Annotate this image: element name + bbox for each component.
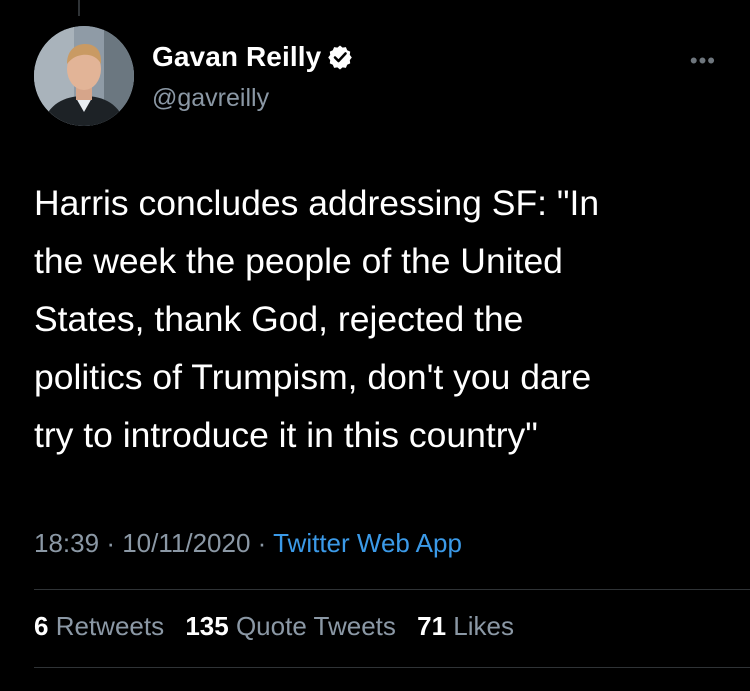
display-name[interactable]: Gavan Reilly	[152, 41, 321, 73]
tweet-time[interactable]: 18:39	[34, 528, 99, 558]
verified-badge-icon	[327, 44, 353, 70]
quote-tweets-stat[interactable]: 135 Quote Tweets	[185, 611, 396, 641]
retweets-label: Retweets	[55, 611, 165, 641]
likes-label: Likes	[453, 611, 514, 641]
tweet-source-link[interactable]: Twitter Web App	[273, 528, 462, 558]
user-handle[interactable]: @gavreilly	[152, 84, 269, 113]
thread-connector-line	[78, 0, 80, 16]
tweet-text: Harris concludes addressing SF: "In the …	[34, 183, 600, 455]
tweet-header: Gavan Reilly @gavreilly •••	[34, 26, 750, 130]
divider	[34, 589, 750, 590]
divider	[34, 667, 750, 668]
name-row: Gavan Reilly	[152, 41, 353, 73]
tweet-stats: 6 Retweets 135 Quote Tweets 71 Likes	[34, 611, 528, 642]
retweets-count: 6	[34, 611, 49, 641]
quote-tweets-count: 135	[185, 611, 229, 641]
avatar[interactable]	[34, 26, 134, 126]
meta-separator: ·	[106, 528, 115, 558]
likes-count: 71	[417, 611, 447, 641]
avatar-photo-icon	[34, 26, 134, 126]
quote-tweets-label: Quote Tweets	[235, 611, 396, 641]
more-options-icon[interactable]: •••	[690, 50, 716, 72]
retweets-stat[interactable]: 6 Retweets	[34, 611, 164, 641]
likes-stat[interactable]: 71 Likes	[417, 611, 514, 641]
tweet-metadata: 18:39 · 10/11/2020 · Twitter Web App	[34, 528, 462, 559]
meta-separator: ·	[257, 528, 267, 558]
tweet-date[interactable]: 10/11/2020	[122, 528, 250, 558]
